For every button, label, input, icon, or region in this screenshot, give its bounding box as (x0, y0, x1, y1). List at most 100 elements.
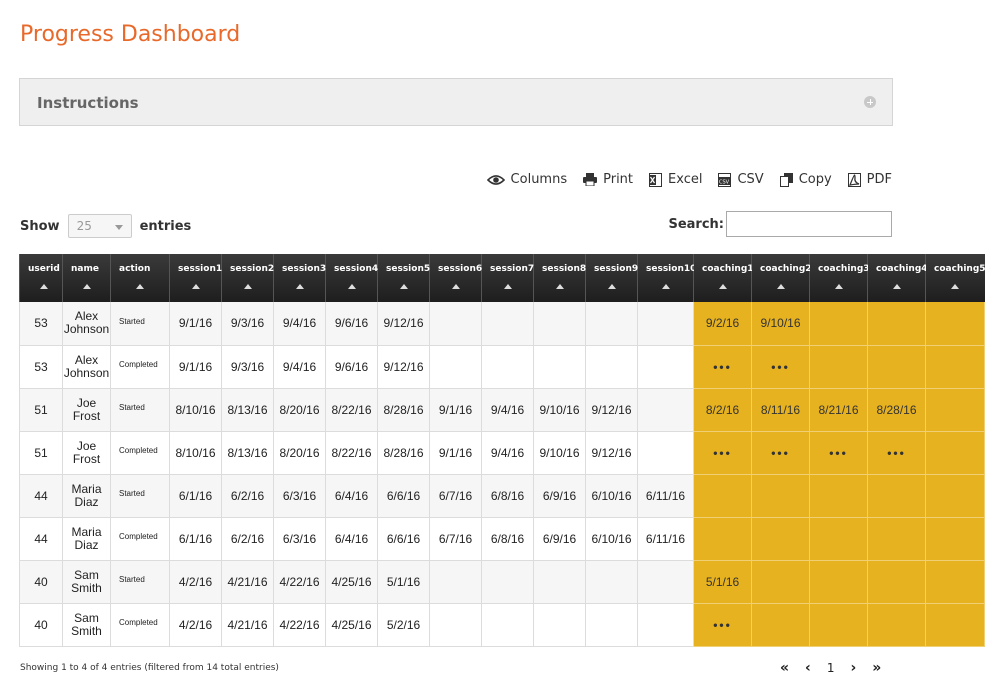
entries-select[interactable]: 25 (67, 214, 132, 238)
coaching-cell (925, 430, 985, 475)
sort-asc-icon (243, 284, 252, 289)
action-label: Completed (119, 618, 158, 627)
last-name: Smith (71, 580, 102, 595)
column-header-session9[interactable]: session9 (585, 254, 638, 302)
sort-asc-icon (834, 284, 843, 289)
action-label: Completed (119, 360, 158, 369)
table-row: 40 Sam Smith Completed 4/2/16 4/21/16 4/22/16 4… (19, 602, 985, 647)
coaching-cell (751, 516, 810, 561)
copy-icon (779, 172, 793, 187)
coaching-cell (809, 473, 868, 518)
session-cell: 4/21/16 (221, 559, 274, 604)
sort-asc-icon (136, 284, 144, 289)
session-cell: 8/13/16 (221, 430, 274, 475)
first-name: Joe (76, 395, 97, 410)
session-cell (481, 344, 534, 389)
userid-cell: 40 (19, 559, 63, 604)
session-cell: 4/2/16 (169, 559, 222, 604)
column-header-session1[interactable]: session1 (169, 254, 223, 302)
session-cell (481, 602, 534, 647)
column-header-label: coaching5 (934, 264, 986, 274)
first-name: Sam (74, 610, 99, 625)
sort-asc-icon (503, 284, 512, 289)
column-header-session8[interactable]: session8 (533, 254, 586, 302)
session-cell: 9/1/16 (169, 344, 222, 389)
session-cell (637, 430, 694, 475)
column-header-label: session1 (178, 264, 223, 274)
name-cell: Maria Diaz (62, 473, 111, 518)
sort-asc-icon (399, 284, 408, 289)
coaching-cell (925, 302, 985, 346)
coaching-cell (867, 344, 926, 389)
last-page-button[interactable]: » (872, 659, 881, 677)
csv-icon: CSV (718, 172, 732, 187)
instructions-panel[interactable]: Instructions (19, 78, 893, 126)
column-header-coaching1[interactable]: coaching1 (693, 254, 754, 302)
column-header-session3[interactable]: session3 (273, 254, 327, 302)
sort-asc-icon (892, 284, 901, 289)
session-cell: 8/10/16 (169, 430, 222, 475)
current-page[interactable]: 1 (827, 661, 835, 675)
next-page-button[interactable]: › (850, 659, 856, 677)
coaching-cell: ••• (693, 430, 752, 475)
name-cell: Joe Frost (62, 430, 111, 475)
column-header-coaching5[interactable]: coaching5 (925, 254, 986, 302)
column-header-session4[interactable]: session4 (325, 254, 378, 302)
first-name: Sam (74, 567, 99, 582)
session-cell (637, 344, 694, 389)
session-cell: 6/7/16 (429, 473, 482, 518)
userid-cell: 51 (19, 387, 63, 432)
session-cell: 8/22/16 (325, 430, 378, 475)
csv-button[interactable]: CSV CSV (718, 172, 764, 187)
column-header-session7[interactable]: session7 (481, 254, 534, 302)
column-header-session6[interactable]: session6 (429, 254, 482, 302)
column-header-coaching4[interactable]: coaching4 (867, 254, 928, 302)
column-header-label: userid (28, 264, 60, 274)
coaching-cell: ••• (867, 430, 926, 475)
session-cell: 9/1/16 (429, 387, 482, 432)
copy-button[interactable]: Copy (779, 172, 832, 187)
column-header-userid[interactable]: userid (19, 254, 63, 302)
columns-button[interactable]: Columns (486, 172, 567, 187)
coaching-cell: ••• (751, 430, 810, 475)
sort-asc-icon (718, 284, 727, 289)
first-page-button[interactable]: « (780, 659, 789, 677)
column-header-coaching2[interactable]: coaching2 (751, 254, 812, 302)
coaching-cell (925, 473, 985, 518)
session-cell: 9/4/16 (273, 344, 326, 389)
coaching-cell: 9/2/16 (693, 302, 752, 346)
column-header-session2[interactable]: session2 (221, 254, 274, 302)
column-header-session10[interactable]: session10 (637, 254, 696, 302)
csv-label: CSV (737, 172, 764, 187)
column-header-label: action (119, 264, 151, 274)
name-cell: Maria Diaz (62, 516, 111, 561)
column-header-action[interactable]: action (110, 254, 170, 302)
sort-asc-icon (347, 284, 356, 289)
search-input[interactable] (726, 211, 892, 237)
table-row: 51 Joe Frost Started 8/10/16 8/13/16 8/20/16 8/… (19, 387, 985, 432)
coaching-cell (925, 559, 985, 604)
session-cell: 9/10/16 (533, 430, 586, 475)
first-name: Alex (74, 352, 99, 367)
printer-icon (583, 173, 598, 186)
excel-button[interactable]: Excel (649, 172, 702, 187)
table-info: Showing 1 to 4 of 4 entries (filtered fr… (20, 663, 279, 673)
column-header-coaching3[interactable]: coaching3 (809, 254, 870, 302)
last-name: Johnson (63, 365, 110, 380)
sort-asc-icon (607, 284, 616, 289)
pdf-button[interactable]: PDF (847, 172, 892, 187)
print-button[interactable]: Print (583, 172, 633, 187)
last-name: Smith (71, 623, 102, 638)
column-header-label: coaching4 (876, 264, 928, 274)
pdf-icon (847, 172, 861, 187)
coaching-cell: 5/1/16 (693, 559, 752, 604)
session-cell: 9/3/16 (221, 344, 274, 389)
coaching-cell (925, 516, 985, 561)
column-header-name[interactable]: name (62, 254, 111, 302)
previous-page-button[interactable]: ‹ (805, 659, 811, 677)
last-name: Frost (72, 451, 101, 466)
plus-circle-icon[interactable] (864, 96, 876, 108)
column-header-session5[interactable]: session5 (377, 254, 430, 302)
sort-asc-icon (82, 284, 91, 289)
column-header-label: session3 (282, 264, 327, 274)
